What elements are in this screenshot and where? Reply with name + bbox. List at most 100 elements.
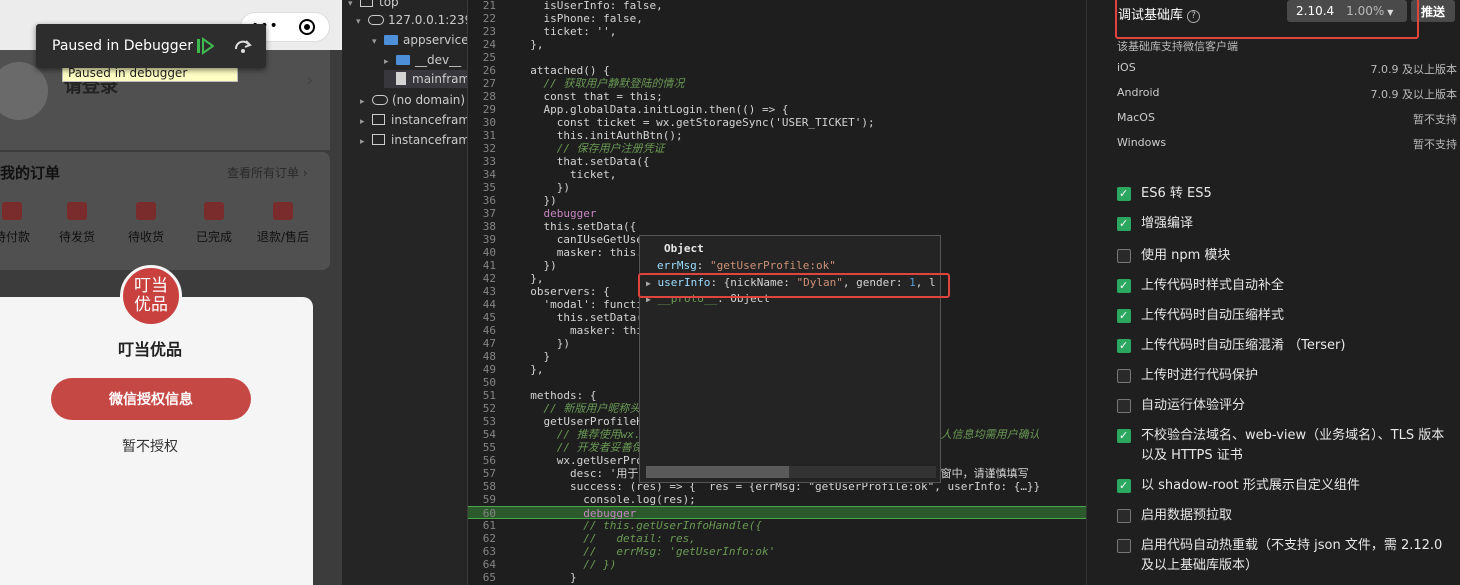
code-line[interactable]: 25 xyxy=(468,51,1086,64)
checkbox-checked-icon[interactable] xyxy=(1117,214,1131,234)
line-number[interactable]: 55 xyxy=(468,441,496,454)
setting-option[interactable]: 上传代码时样式自动补全 xyxy=(1117,276,1453,296)
line-number[interactable]: 38 xyxy=(468,220,496,233)
line-number[interactable]: 23 xyxy=(468,25,496,38)
setting-option[interactable]: 使用 npm 模块 xyxy=(1117,246,1453,266)
line-number[interactable]: 25 xyxy=(468,51,496,64)
line-number[interactable]: 58 xyxy=(468,480,496,493)
code-line[interactable]: 27 // 获取用户静默登陆的情况 xyxy=(468,77,1086,90)
decline-auth-button[interactable]: 暂不授权 xyxy=(0,436,300,456)
order-item-to-ship[interactable]: 待发货 xyxy=(47,202,107,245)
setting-option[interactable]: 以 shadow-root 形式展示自定义组件 xyxy=(1117,476,1453,496)
checkbox-unchecked-icon[interactable] xyxy=(1117,509,1131,523)
tree-item-appservice[interactable]: ▾ appservice xyxy=(372,31,467,51)
code-line[interactable]: 37 debugger xyxy=(468,207,1086,220)
code-line[interactable]: 34 ticket, xyxy=(468,168,1086,181)
code-line[interactable]: 62 // detail: res, xyxy=(468,532,1086,545)
code-line[interactable]: 28 const that = this; xyxy=(468,90,1086,103)
checkbox-checked-icon[interactable] xyxy=(1117,426,1131,446)
code-line[interactable]: 21 isUserInfo: false, xyxy=(468,0,1086,12)
line-number[interactable]: 45 xyxy=(468,311,496,324)
line-number[interactable]: 35 xyxy=(468,181,496,194)
tree-item-mainframe[interactable]: mainframe xyxy=(384,70,467,88)
code-line[interactable]: 60 debugger xyxy=(468,506,1086,520)
checkbox-unchecked-icon[interactable] xyxy=(1117,539,1131,553)
line-number[interactable]: 29 xyxy=(468,103,496,116)
line-number[interactable]: 28 xyxy=(468,90,496,103)
checkbox-unchecked-icon[interactable] xyxy=(1117,249,1131,263)
line-number[interactable]: 32 xyxy=(468,142,496,155)
setting-option[interactable]: 上传时进行代码保护 xyxy=(1117,366,1453,386)
tree-item-top[interactable]: ▾ top xyxy=(348,0,399,11)
twisty-icon[interactable]: ▾ xyxy=(372,33,384,51)
twisty-icon[interactable]: ▸ xyxy=(384,53,396,71)
setting-option[interactable]: 上传代码时自动压缩样式 xyxy=(1117,306,1453,326)
line-number[interactable]: 21 xyxy=(468,0,496,12)
line-number[interactable]: 40 xyxy=(468,246,496,259)
twisty-icon[interactable]: ▸ xyxy=(360,113,372,131)
code-line[interactable]: 26 attached() { xyxy=(468,64,1086,77)
code-line[interactable]: 59 console.log(res); xyxy=(468,493,1086,506)
step-over-icon[interactable] xyxy=(234,37,252,55)
line-number[interactable]: 63 xyxy=(468,545,496,558)
code-line[interactable]: 61 // this.getUserInfoHandle({ xyxy=(468,519,1086,532)
code-line[interactable]: 63 // errMsg: 'getUserInfo:ok' xyxy=(468,545,1086,558)
line-number[interactable]: 56 xyxy=(468,454,496,467)
code-line[interactable]: 24 }, xyxy=(468,38,1086,51)
line-number[interactable]: 49 xyxy=(468,363,496,376)
tree-item-dev[interactable]: ▸ __dev__ xyxy=(384,51,461,69)
code-line[interactable]: 30 const ticket = wx.getStorageSync('USE… xyxy=(468,116,1086,129)
popup-scrollbar[interactable] xyxy=(646,466,936,478)
twisty-icon[interactable]: ▸ xyxy=(360,133,372,151)
line-number[interactable]: 51 xyxy=(468,389,496,402)
line-number[interactable]: 27 xyxy=(468,77,496,90)
line-number[interactable]: 46 xyxy=(468,324,496,337)
checkbox-unchecked-icon[interactable] xyxy=(1117,399,1131,413)
line-number[interactable]: 34 xyxy=(468,168,496,181)
avatar[interactable] xyxy=(0,62,48,120)
order-item-pending-payment[interactable]: 待付款 xyxy=(0,202,42,245)
code-line[interactable]: 22 isPhone: false, xyxy=(468,12,1086,25)
line-number[interactable]: 39 xyxy=(468,233,496,246)
line-number[interactable]: 30 xyxy=(468,116,496,129)
checkbox-checked-icon[interactable] xyxy=(1117,184,1131,204)
chevron-right-icon[interactable]: › xyxy=(306,70,313,91)
line-number[interactable]: 52 xyxy=(468,402,496,415)
line-number[interactable]: 48 xyxy=(468,350,496,363)
line-number[interactable]: 44 xyxy=(468,298,496,311)
order-item-to-receive[interactable]: 待收货 xyxy=(116,202,176,245)
setting-option[interactable]: 自动运行体验评分 xyxy=(1117,396,1453,416)
setting-option[interactable]: ES6 转 ES5 xyxy=(1117,184,1453,204)
line-number[interactable]: 24 xyxy=(468,38,496,51)
checkbox-checked-icon[interactable] xyxy=(1117,336,1131,356)
view-all-orders-link[interactable]: 查看所有订单 › xyxy=(227,164,308,181)
line-number[interactable]: 59 xyxy=(468,493,496,506)
line-number[interactable]: 53 xyxy=(468,415,496,428)
scrollbar-thumb[interactable] xyxy=(646,466,789,478)
twisty-icon[interactable]: ▾ xyxy=(356,13,368,31)
line-number[interactable]: 36 xyxy=(468,194,496,207)
code-line[interactable]: 64 // }) xyxy=(468,558,1086,571)
line-number[interactable]: 50 xyxy=(468,376,496,389)
checkbox-checked-icon[interactable] xyxy=(1117,306,1131,326)
line-number[interactable]: 41 xyxy=(468,259,496,272)
checkbox-checked-icon[interactable] xyxy=(1117,276,1131,296)
setting-option[interactable]: 增强编译 xyxy=(1117,214,1453,234)
line-number[interactable]: 65 xyxy=(468,571,496,584)
setting-option[interactable]: 启用代码自动热重载（不支持 json 文件，需 2.12.0 及以上基础库版本） xyxy=(1117,536,1453,576)
code-line[interactable]: 23 ticket: '', xyxy=(468,25,1086,38)
line-number[interactable]: 64 xyxy=(468,558,496,571)
code-line[interactable]: 33 that.setData({ xyxy=(468,155,1086,168)
tree-item-instanceframe-1[interactable]: ▸ instanceframe xyxy=(360,111,467,131)
line-number[interactable]: 57 xyxy=(468,467,496,480)
line-number[interactable]: 26 xyxy=(468,64,496,77)
checkbox-unchecked-icon[interactable] xyxy=(1117,369,1131,383)
line-number[interactable]: 31 xyxy=(468,129,496,142)
order-item-refund[interactable]: 退款/售后 xyxy=(253,202,313,245)
code-line[interactable]: 32 // 保存用户注册凭证 xyxy=(468,142,1086,155)
line-number[interactable]: 42 xyxy=(468,272,496,285)
resume-icon[interactable] xyxy=(196,37,214,55)
setting-option[interactable]: 上传代码时自动压缩混淆 （Terser) xyxy=(1117,336,1453,356)
code-line[interactable]: 65 } xyxy=(468,571,1086,584)
line-number[interactable]: 62 xyxy=(468,532,496,545)
